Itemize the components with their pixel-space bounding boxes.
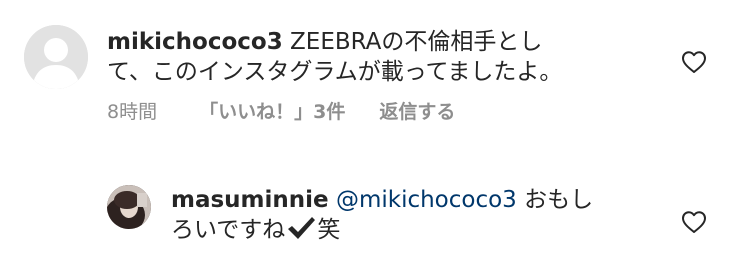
comment-likes-count[interactable]: 「いいね！」3件 bbox=[199, 98, 345, 126]
like-reply-button[interactable] bbox=[681, 210, 707, 234]
comment-time[interactable]: 8時間 bbox=[107, 98, 157, 126]
comment-meta: 8時間 「いいね！」3件 返信する bbox=[107, 98, 455, 126]
reply-button[interactable]: 返信する bbox=[379, 98, 455, 126]
comment-text: mikichococo3 ZEEBRAの不倫相手とし て、このインスタグラムが載… bbox=[107, 27, 647, 87]
reply-username[interactable]: masuminnie bbox=[171, 187, 329, 213]
reply-text: masuminnie @mikichococo3 おもし ろいですね 笑 bbox=[171, 185, 651, 245]
comment-body-line2: て、このインスタグラムが載ってましたよ。 bbox=[107, 59, 563, 85]
comment-body-line1: ZEEBRAの不倫相手とし bbox=[282, 29, 543, 55]
heavy-check-mark-icon bbox=[288, 217, 316, 239]
heart-outline-icon bbox=[682, 211, 706, 233]
default-avatar-icon bbox=[24, 25, 88, 89]
reply-body-emoji-text: 笑 bbox=[317, 217, 341, 243]
reply-body-line1: おもし bbox=[516, 187, 594, 213]
like-comment-button[interactable] bbox=[681, 50, 707, 74]
profile-photo bbox=[107, 185, 151, 229]
heart-outline-icon bbox=[682, 51, 706, 73]
comment-username[interactable]: mikichococo3 bbox=[107, 29, 283, 55]
reply-body-line2: ろいですね bbox=[171, 217, 286, 243]
mention-link[interactable]: @mikichococo3 bbox=[336, 187, 517, 213]
avatar-default[interactable] bbox=[24, 25, 88, 89]
avatar[interactable] bbox=[107, 185, 151, 229]
